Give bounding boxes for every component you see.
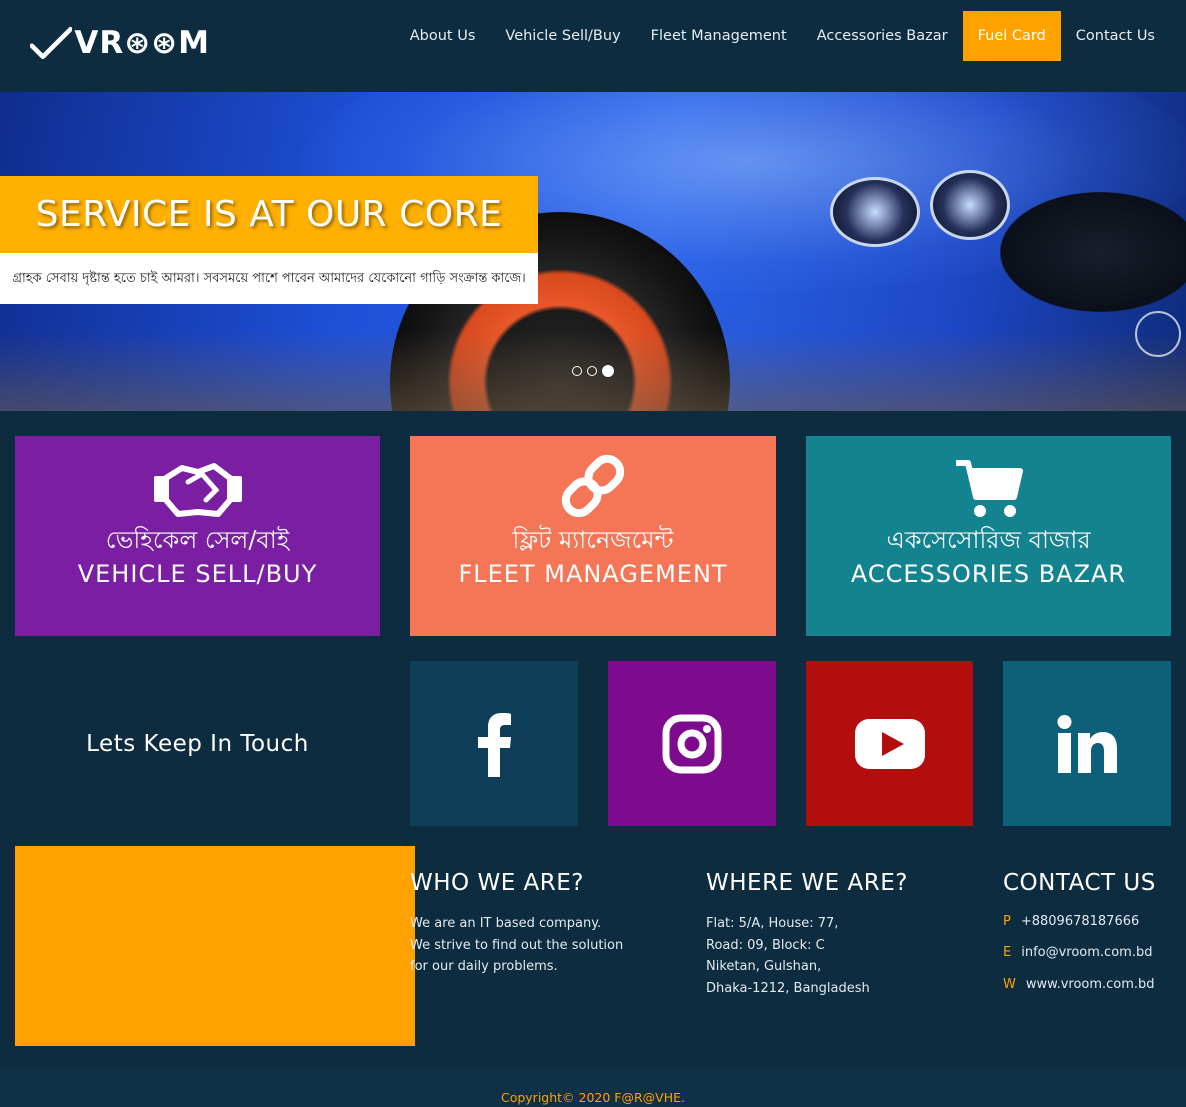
instagram-link[interactable]: [608, 661, 776, 826]
site-header: VR⊛⊛M About Us Vehicle Sell/Buy Fleet Ma…: [0, 0, 1186, 92]
nav-about-us[interactable]: About Us: [395, 11, 491, 61]
slider-dot-3[interactable]: [602, 365, 614, 377]
logo-text: VR⊛⊛M: [74, 25, 210, 61]
slider-dots: [572, 365, 614, 377]
nav-fleet-management[interactable]: Fleet Management: [636, 11, 802, 61]
email-value: info@vroom.com.bd: [1021, 945, 1153, 960]
address-line: Dhaka-1212, Bangladesh: [706, 980, 870, 996]
contact-phone[interactable]: P +8809678187666: [1003, 914, 1139, 929]
service-card-vehicle-sell-buy[interactable]: ভেহিকেল সেল/বাই VEHICLE SELL/BUY: [15, 436, 380, 636]
slider-dot-2[interactable]: [587, 366, 597, 376]
facebook-icon: [478, 712, 511, 777]
hero-title-box: SERVICE IS AT OUR CORE: [0, 176, 538, 253]
who-we-are-title: WHO WE ARE?: [410, 870, 584, 896]
hero-subtitle: গ্রাহক সেবায় দৃষ্টান্ত হতে চাই আমরা। সব…: [12, 271, 526, 286]
nav-vehicle-sell-buy[interactable]: Vehicle Sell/Buy: [490, 11, 635, 61]
email-label: E: [1003, 945, 1012, 960]
phone-label: P: [1003, 914, 1011, 929]
hero-subtitle-box: গ্রাহক সেবায় দৃষ্টান্ত হতে চাই আমরা। সব…: [0, 253, 538, 304]
instagram-icon: [662, 714, 722, 773]
vroom-logo[interactable]: VR⊛⊛M: [30, 24, 210, 62]
youtube-link[interactable]: [806, 661, 973, 826]
copyright-text: Copyright© 2020 F@R@VHE.: [500, 1090, 686, 1105]
contact-email[interactable]: Einfo@vroom.com.bd: [1003, 945, 1152, 960]
shopping-cart-icon: [806, 456, 1171, 522]
service-title-bn: ফ্লিট ম্যানেজমেন্ট: [512, 526, 674, 554]
chain-link-icon: [410, 450, 776, 522]
service-title-bn: ভেহিকেল সেল/বাই: [105, 526, 290, 554]
orange-banner-block: [15, 846, 415, 1046]
who-we-are-text: We are an IT based company. We strive to…: [410, 913, 623, 978]
who-line: for our daily problems.: [410, 959, 558, 974]
nav-fuel-card[interactable]: Fuel Card: [962, 11, 1061, 61]
checkmark-logo-icon: [30, 26, 73, 60]
who-line: We strive to find out the solution: [410, 937, 624, 953]
slider-next-button[interactable]: [1135, 311, 1181, 357]
service-title-en: VEHICLE SELL/BUY: [77, 560, 318, 588]
keep-in-touch-heading: Lets Keep In Touch: [86, 730, 309, 757]
web-label: W: [1003, 977, 1016, 992]
service-title-en: FLEET MANAGEMENT: [458, 560, 728, 588]
where-we-are-title: WHERE WE ARE?: [706, 870, 908, 896]
handshake-icon: [15, 456, 380, 522]
address-text: Flat: 5/A, House: 77, Road: 09, Block: C…: [706, 913, 870, 999]
address-line: Road: 09, Block: C: [706, 937, 825, 953]
hero-title: SERVICE IS AT OUR CORE: [35, 194, 503, 235]
phone-value: +8809678187666: [1020, 914, 1140, 929]
service-title-en: ACCESSORIES BAZAR: [850, 560, 1127, 588]
youtube-icon: [854, 718, 925, 769]
service-card-fleet-management[interactable]: ফ্লিট ম্যানেজমেন্ট FLEET MANAGEMENT: [410, 436, 776, 636]
contact-us-title: CONTACT US: [1003, 870, 1156, 896]
copyright-bar: Copyright© 2020 F@R@VHE.: [0, 1068, 1186, 1107]
who-line: We are an IT based company.: [410, 916, 602, 931]
nav-accessories-bazar[interactable]: Accessories Bazar: [802, 11, 963, 61]
main-nav: About Us Vehicle Sell/Buy Fleet Manageme…: [395, 11, 1170, 61]
service-card-accessories-bazar[interactable]: একসেসোরিজ বাজার ACCESSORIES BAZAR: [806, 436, 1171, 636]
web-value: www.vroom.com.bd: [1025, 977, 1155, 992]
linkedin-link[interactable]: [1003, 661, 1171, 826]
linkedin-icon: [1057, 714, 1117, 773]
hero-headlight-right: [930, 170, 1010, 240]
nav-contact-us[interactable]: Contact Us: [1061, 11, 1170, 61]
hero-slider: SERVICE IS AT OUR CORE গ্রাহক সেবায় দৃষ…: [0, 92, 1186, 411]
hero-headlight-left: [830, 177, 920, 247]
slider-dot-1[interactable]: [572, 366, 582, 376]
address-line: Flat: 5/A, House: 77,: [706, 916, 839, 931]
service-title-bn: একসেসোরিজ বাজার: [886, 526, 1091, 554]
hero-car-grille: [1000, 192, 1186, 312]
contact-website[interactable]: Wwww.vroom.com.bd: [1003, 977, 1155, 992]
address-line: Niketan, Gulshan,: [706, 959, 822, 974]
facebook-link[interactable]: [410, 661, 578, 826]
